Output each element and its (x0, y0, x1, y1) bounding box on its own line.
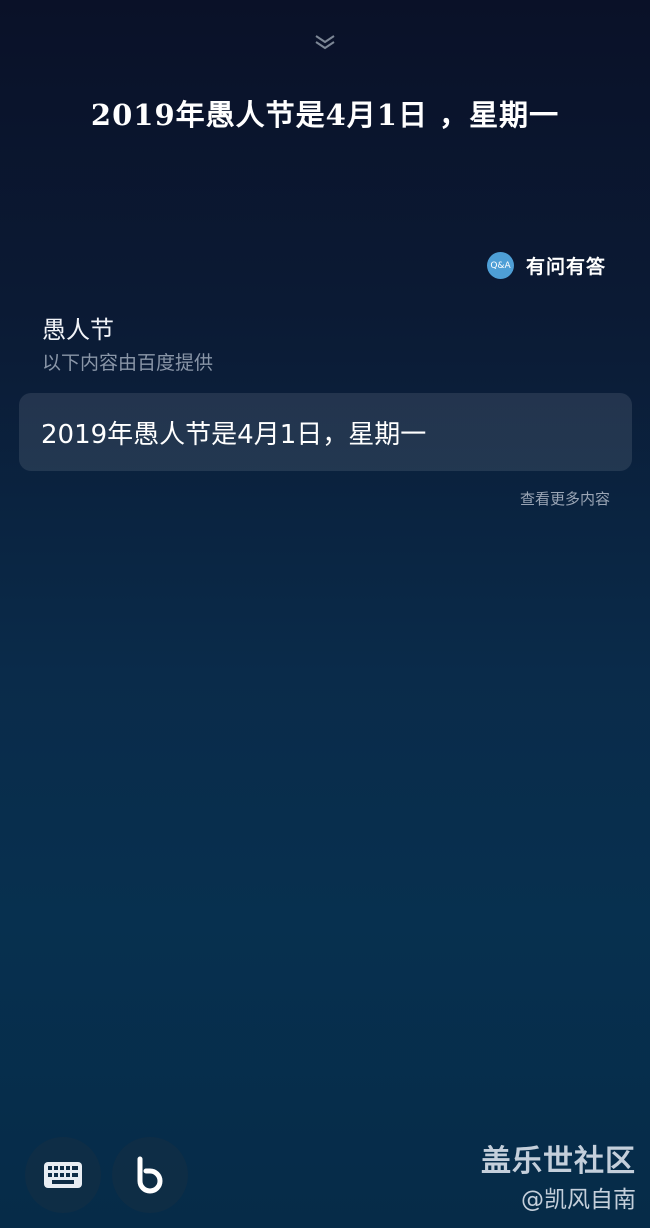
keyboard-icon (44, 1162, 82, 1188)
bixby-button[interactable] (112, 1137, 188, 1213)
watermark-title: 盖乐世社区 (481, 1144, 636, 1179)
keyboard-button[interactable] (25, 1137, 101, 1213)
answer-box[interactable]: 2019年愚人节是4月1日，星期一 (19, 393, 632, 471)
answer-text: 2019年愚人节是4月1日，星期一 (41, 419, 427, 450)
bixby-icon (137, 1156, 163, 1194)
view-more-link[interactable]: 查看更多内容 (520, 488, 610, 509)
double-chevron-down-icon[interactable] (314, 32, 336, 52)
source-label: 有问有答 (525, 256, 606, 278)
query-title: 2019年愚人节是4月1日 ，星期一 (90, 98, 560, 132)
card-title: 愚人节 (42, 316, 114, 344)
qa-icon: Q&A (486, 252, 514, 279)
card-subtitle: 以下内容由百度提供 (42, 352, 214, 374)
source-tag[interactable]: Q&A 有问有答 (486, 252, 606, 279)
watermark-author: @凯风自南 (521, 1187, 636, 1213)
